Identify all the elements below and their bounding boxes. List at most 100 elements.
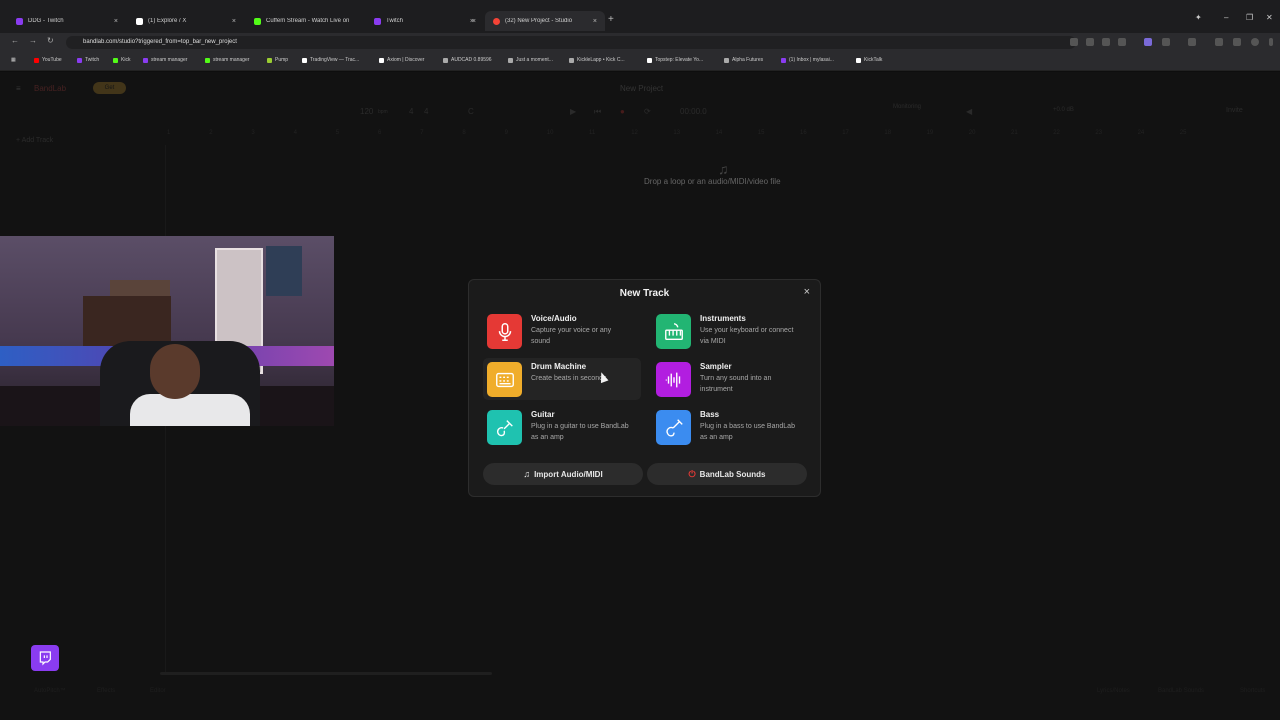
bookmark-item[interactable]: stream manager [143, 57, 187, 63]
play-icon[interactable]: ▶ [570, 107, 576, 116]
tab-search-icon[interactable] [1070, 38, 1078, 46]
close-tab-icon[interactable]: × [114, 18, 118, 25]
sidebar-icon[interactable] [1188, 38, 1196, 46]
tempo-value[interactable]: 120 [360, 107, 373, 116]
tab-label: DDG - Twitch [28, 18, 64, 24]
back-icon[interactable]: ← [11, 36, 19, 45]
restore-icon[interactable]: ❐ [1246, 13, 1253, 22]
close-tab-icon[interactable]: × [472, 18, 476, 25]
instruments-option[interactable]: Instruments Use your keyboard or connect… [652, 310, 810, 352]
download-icon[interactable] [1215, 38, 1223, 46]
axiom-icon [379, 57, 384, 63]
close-window-icon[interactable]: ✕ [1266, 13, 1273, 22]
bookmark-item[interactable]: YouTube [34, 57, 62, 63]
bass-icon [656, 410, 691, 445]
ruler-tick-label: 6 [378, 130, 382, 136]
topstep-icon [647, 57, 652, 63]
volume-db: +0.0 dB [1053, 107, 1074, 113]
voice-audio-option[interactable]: Voice/Audio Capture your voice or any so… [483, 310, 641, 352]
new-tab-button[interactable]: + [608, 14, 614, 25]
minimize-icon[interactable]: – [1224, 13, 1228, 22]
option-title: Voice/Audio [531, 314, 577, 323]
bass-option[interactable]: Bass Plug in a bass to use BandLab as an… [652, 406, 810, 448]
time-signature-top[interactable]: 4 [409, 107, 413, 116]
close-icon[interactable]: × [804, 287, 810, 298]
rewind-icon[interactable]: ⏮ [594, 107, 601, 117]
invite-button[interactable]: Invite [1226, 107, 1243, 114]
bookmark-item[interactable]: (1) Inbox | mylasai... [781, 57, 834, 63]
bandlab-logo[interactable]: BandLab [34, 84, 66, 93]
key-selector[interactable]: C [468, 107, 474, 116]
bandlab-sounds-icon: ⏻ [688, 468, 696, 479]
bookmark-item[interactable]: Pump [267, 57, 288, 63]
browser-tab[interactable]: Twitch × [366, 11, 484, 31]
browser-tab[interactable]: DDG - Twitch × [8, 11, 126, 31]
browser-tab[interactable]: (1) Explore / X × [128, 11, 244, 31]
bookmark-item[interactable]: KickTalk [856, 57, 882, 63]
browser-tab-active[interactable]: (32) New Project - Studio × [485, 11, 605, 31]
ruler-tick-label: 13 [673, 130, 681, 136]
bookmark-item[interactable]: Twitch [77, 57, 99, 63]
time-signature-bottom[interactable]: 4 [424, 107, 428, 116]
horizontal-scrollbar[interactable] [160, 672, 492, 675]
monitoring-label[interactable]: Monitoring [893, 104, 921, 110]
bookmark-label: TradingView — Trac... [310, 57, 360, 63]
address-bar[interactable]: bandlab.com/studio?triggered_from=top_ba… [66, 36, 1076, 49]
ruler-tick-label: 5 [335, 130, 340, 136]
import-audio-midi-button[interactable]: ♫ Import Audio/MIDI [483, 463, 643, 485]
guitar-option[interactable]: Guitar Plug in a guitar to use BandLab a… [483, 406, 641, 448]
bookmark-star-icon[interactable] [1118, 38, 1126, 46]
bookmark-label: Axiom | Discover [387, 57, 425, 63]
effects-button[interactable]: Effects [97, 688, 115, 694]
add-track-button[interactable]: + Add Track [16, 137, 53, 144]
forward-icon[interactable]: → [29, 36, 37, 45]
bandlab-sounds-footer-button[interactable]: BandLab Sounds [1158, 688, 1204, 694]
bookmark-label: Kick [121, 57, 131, 63]
reload-icon[interactable]: ↻ [47, 36, 54, 45]
extension-icon[interactable] [1144, 38, 1152, 46]
sounds-label: BandLab Sounds [699, 469, 766, 479]
bookmark-label: AUDCAD 0.89596 [451, 57, 492, 63]
extensions-icon[interactable]: ✦ [1195, 13, 1202, 22]
twitch-icon [31, 645, 59, 671]
loop-icon[interactable]: ⟳ [644, 107, 651, 116]
ruler-tick-label: 23 [1095, 130, 1103, 136]
screenshot-icon[interactable] [1086, 38, 1094, 46]
record-icon[interactable]: ● [620, 107, 625, 116]
tempo-unit: bpm [378, 109, 388, 115]
profile-icon[interactable] [1251, 38, 1259, 46]
ruler-tick-label: 16 [800, 130, 807, 136]
bookmark-item[interactable]: KickleLapp • Kick C... [569, 57, 625, 63]
apps-icon[interactable]: ▦ [11, 57, 16, 63]
bookmark-item[interactable]: Topstep: Elevate Yo... [647, 57, 703, 63]
timeline-ruler[interactable]: 1 2 3 4 5 6 7 8 9 10 11 12 13 14 15 16 17 18 19 20 21 22 23 24 2… [165, 130, 1275, 142]
bookmark-item[interactable]: Axiom | Discover [379, 57, 424, 63]
bookmark-item[interactable]: stream manager [205, 57, 249, 63]
bookmark-item[interactable]: Just a moment... [508, 57, 553, 63]
close-tab-icon[interactable]: × [232, 18, 236, 25]
drum-machine-option[interactable]: Drum Machine Create beats in seconds [483, 358, 641, 400]
bookmark-item[interactable]: Kick [113, 57, 130, 63]
lyrics-notes-button[interactable]: Lyrics/Notes [1097, 688, 1130, 694]
hamburger-menu-icon[interactable]: ≡ [16, 84, 21, 93]
ruler-tick-label: 14 [715, 130, 723, 136]
close-tab-icon[interactable]: × [593, 18, 597, 25]
autopitch-button[interactable]: AutoPitch™ [34, 688, 66, 694]
shortcuts-button[interactable]: Shortcuts [1240, 688, 1265, 694]
sampler-option[interactable]: Sampler Turn any sound into an instrumen… [652, 358, 810, 400]
option-description: Create beats in seconds [531, 375, 607, 382]
bandlab-sounds-button[interactable]: ⏻ BandLab Sounds [647, 463, 807, 485]
volume-icon[interactable]: ◀ [966, 107, 972, 116]
ruler-tick-label: 24 [1137, 130, 1145, 136]
bookmark-item[interactable]: TradingView — Trac... [302, 57, 359, 63]
editor-button[interactable]: Editor [150, 688, 166, 694]
bookmark-item[interactable]: AUDCAD 0.89596 [443, 57, 492, 63]
puzzle-icon[interactable] [1162, 38, 1170, 46]
menu-icon[interactable] [1269, 38, 1273, 46]
bookmark-item[interactable]: Alpha Futures [724, 57, 763, 63]
project-title[interactable]: New Project [620, 84, 663, 93]
get-button[interactable]: Get [93, 82, 126, 94]
translate-icon[interactable] [1233, 38, 1241, 46]
zoom-icon[interactable] [1102, 38, 1110, 46]
bookmark-label: (1) Inbox | mylasai... [789, 57, 834, 63]
